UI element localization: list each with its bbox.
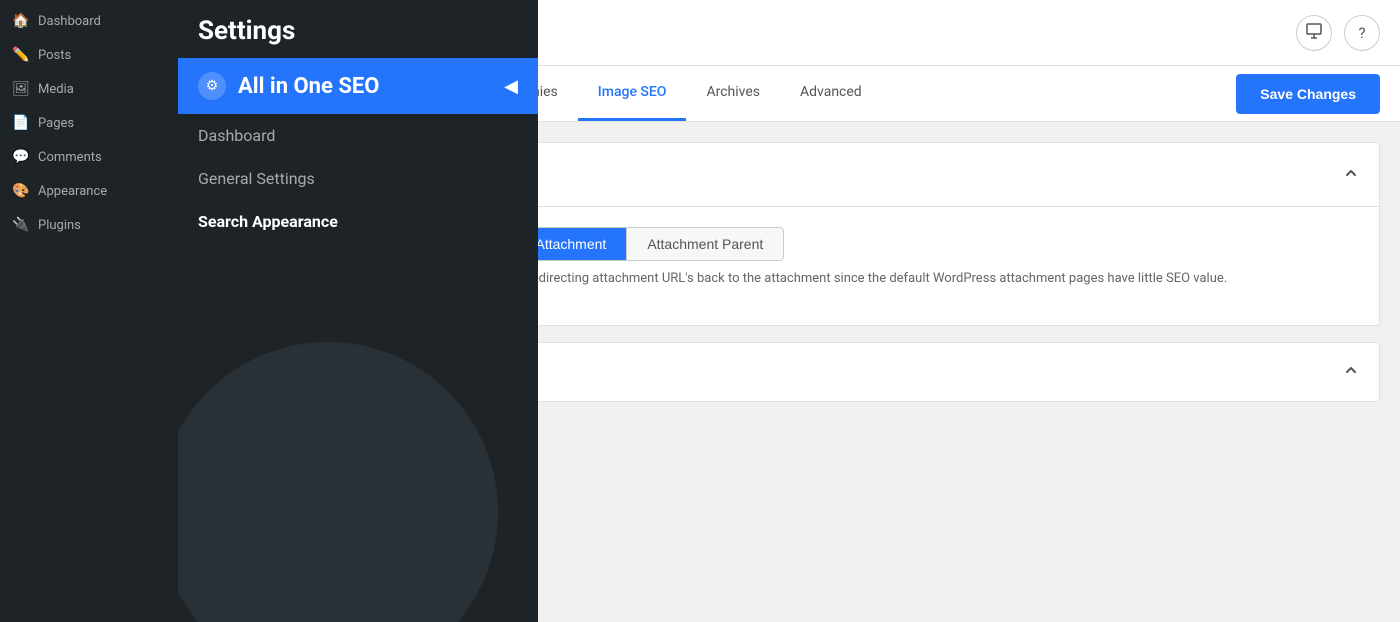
submenu-link-general-settings[interactable]: General Settings: [178, 157, 538, 200]
submenu-link-dashboard[interactable]: Dashboard: [178, 114, 538, 157]
save-changes-button[interactable]: Save Changes: [1236, 74, 1380, 114]
sidebar-item-posts[interactable]: ✏️ Posts: [0, 38, 178, 72]
plugins-icon: 🔌: [12, 216, 30, 234]
sidebar-item-plugins-label: Plugins: [38, 218, 81, 233]
second-section-collapse-button[interactable]: [1343, 362, 1359, 382]
monitor-icon: [1306, 23, 1322, 43]
media-icon: 🖼: [12, 80, 30, 98]
tab-image-seo[interactable]: Image SEO: [578, 66, 687, 121]
help-icon: ?: [1358, 24, 1365, 42]
pages-icon: 📄: [12, 114, 30, 132]
sidebar-item-pages-label: Pages: [38, 116, 74, 131]
wp-admin-sidebar: 🏠 Dashboard ✏️ Posts 🖼 Media 📄 Pages 💬 C…: [0, 0, 178, 622]
sidebar-item-plugins[interactable]: 🔌 Plugins: [0, 208, 178, 242]
tab-archives[interactable]: Archives: [686, 66, 780, 121]
sidebar-item-posts-label: Posts: [38, 48, 71, 63]
aioseo-submenu: Settings ⚙ All in One SEO ◀ Dashboard Ge…: [178, 0, 538, 622]
sidebar-item-dashboard-label: Dashboard: [38, 14, 101, 29]
appearance-icon: 🎨: [12, 182, 30, 200]
main-content: AIO SEO ⚙ / Search Appearance ?: [178, 0, 1400, 622]
submenu-arrow-icon: ◀: [504, 76, 518, 97]
sidebar-item-appearance-label: Appearance: [38, 184, 107, 199]
sidebar-item-comments[interactable]: 💬 Comments: [0, 140, 178, 174]
posts-icon: ✏️: [12, 46, 30, 64]
circle-decoration: [178, 342, 498, 622]
submenu-aioseo-item[interactable]: ⚙ All in One SEO ◀: [178, 58, 538, 114]
header-right: ?: [1296, 15, 1380, 51]
submenu-aioseo-label: All in One SEO: [238, 74, 379, 99]
sidebar-item-pages[interactable]: 📄 Pages: [0, 106, 178, 140]
submenu-link-search-appearance[interactable]: Search Appearance: [178, 200, 538, 243]
submenu-settings-label: Settings: [178, 0, 538, 58]
attachment-urls-description: We recommended redirecting attachment UR…: [419, 269, 1359, 289]
attachments-collapse-button[interactable]: [1343, 165, 1359, 185]
sidebar-item-media[interactable]: 🖼 Media: [0, 72, 178, 106]
help-button[interactable]: ?: [1344, 15, 1380, 51]
sidebar-item-comments-label: Comments: [38, 150, 102, 165]
attachment-urls-controls: Disabled Attachment Attachment Parent We…: [419, 227, 1359, 289]
submenu-aioseo-icon: ⚙: [198, 72, 226, 100]
monitor-button[interactable]: [1296, 15, 1332, 51]
sidebar-item-appearance[interactable]: 🎨 Appearance: [0, 174, 178, 208]
dashboard-icon: 🏠: [12, 12, 30, 30]
sidebar-item-media-label: Media: [38, 82, 74, 97]
comments-icon: 💬: [12, 148, 30, 166]
sidebar-item-dashboard[interactable]: 🏠 Dashboard: [0, 4, 178, 38]
attachment-parent-option[interactable]: Attachment Parent: [626, 228, 783, 260]
tab-advanced[interactable]: Advanced: [780, 66, 882, 121]
